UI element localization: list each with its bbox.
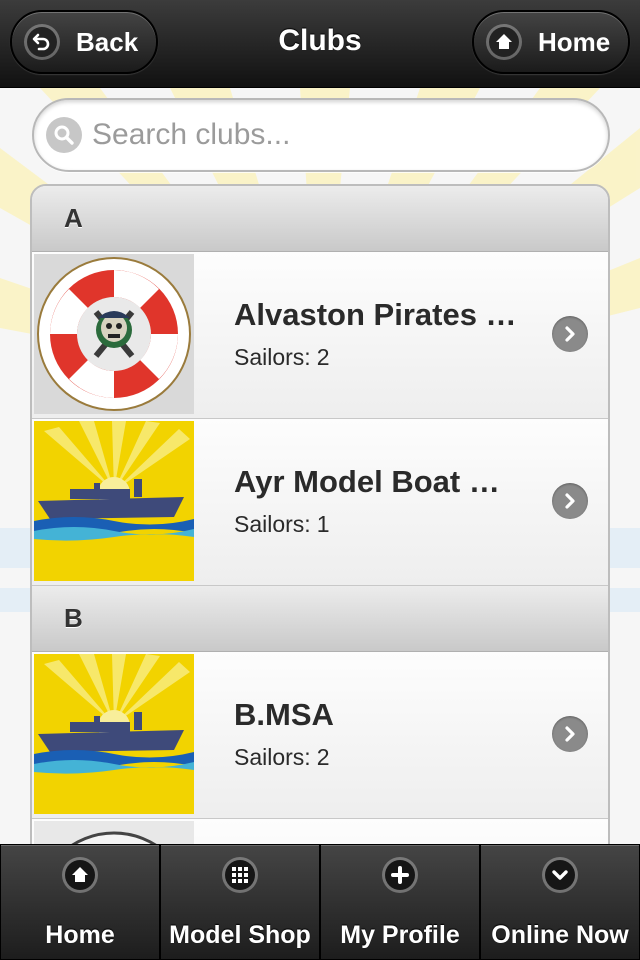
club-list-item[interactable]: Ayr Model Boat … Sailors: 1	[32, 419, 608, 586]
sailors-count: Sailors: 2	[234, 744, 330, 771]
sailors-value: 2	[316, 344, 330, 370]
header-bar: Back Clubs Home	[0, 0, 640, 88]
home-button[interactable]: Home	[472, 10, 630, 74]
plus-icon	[382, 857, 418, 893]
sailors-label: Sailors:	[234, 744, 311, 770]
grid-icon	[222, 857, 258, 893]
tab-label: My Profile	[340, 921, 460, 949]
sailors-value: 1	[316, 511, 330, 537]
alvaston-pirates-logo	[34, 254, 194, 414]
club-name: Ayr Model Boat …	[234, 464, 500, 499]
tab-label: Online Now	[491, 921, 629, 949]
club-list-item[interactable]: Alvaston Pirates … Sailors: 2	[32, 252, 608, 419]
club-list-item[interactable]: B.MSA Sailors: 2	[32, 652, 608, 819]
footer-tab-bar: Home Model Shop My Profile Online Now	[0, 844, 640, 960]
chevron-right-icon	[552, 716, 588, 752]
club-name: Alvaston Pirates …	[234, 297, 517, 332]
sailors-value: 2	[316, 744, 330, 770]
home-icon	[486, 24, 522, 60]
chevron-right-icon	[552, 316, 588, 352]
home-icon	[62, 857, 98, 893]
tab-label: Model Shop	[169, 921, 311, 949]
tab-model-shop[interactable]: Model Shop	[160, 844, 320, 960]
chevron-right-icon	[552, 483, 588, 519]
sailors-label: Sailors:	[234, 344, 311, 370]
chevron-down-icon	[542, 857, 578, 893]
search-input[interactable]	[92, 110, 592, 160]
sailors-count: Sailors: 1	[234, 511, 330, 538]
tab-online-now[interactable]: Online Now	[480, 844, 640, 960]
model-boating-logo	[34, 654, 194, 814]
tab-home[interactable]: Home	[0, 844, 160, 960]
section-divider-b: B	[32, 586, 608, 652]
section-divider-a: A	[32, 186, 608, 252]
search-icon	[46, 117, 82, 153]
sailors-count: Sailors: 2	[234, 344, 330, 371]
tab-label: Home	[45, 921, 115, 949]
club-list: A Alvaston Pirates … Sailors: 2 Ayr Mode…	[30, 184, 610, 864]
home-button-label: Home	[538, 26, 611, 57]
club-name: B.MSA	[234, 697, 334, 732]
tab-my-profile[interactable]: My Profile	[320, 844, 480, 960]
sailors-label: Sailors:	[234, 511, 311, 537]
search-bar	[32, 98, 610, 172]
model-boating-logo	[34, 421, 194, 581]
